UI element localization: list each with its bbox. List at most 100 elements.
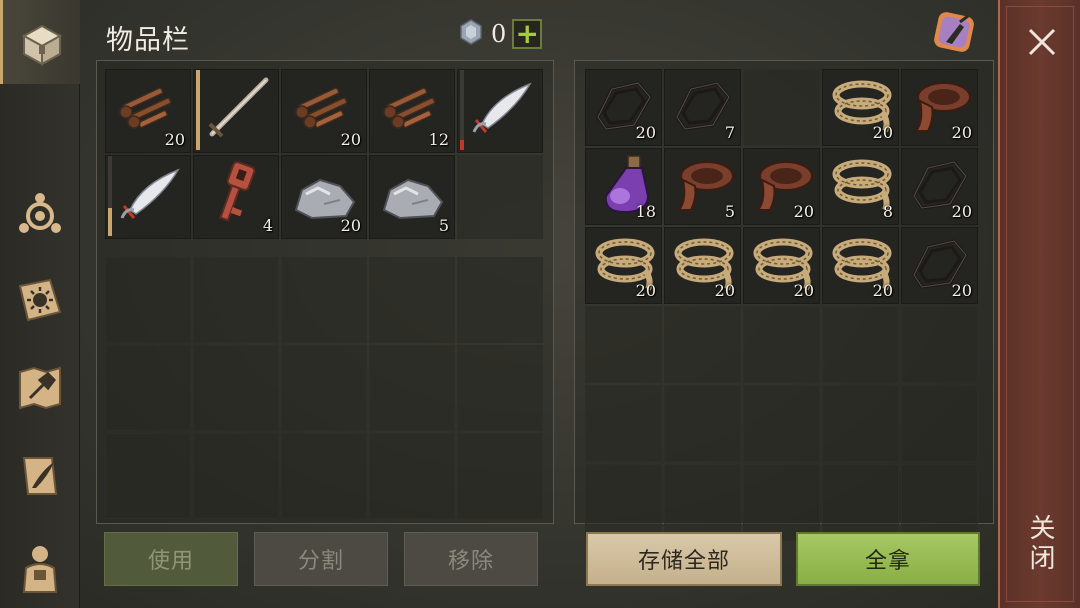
inventory-panel: 20 20 12 4 20 5 <box>96 60 554 524</box>
empty-slot[interactable] <box>901 385 978 462</box>
inventory-slot-potion[interactable]: 18 <box>585 148 662 225</box>
character-icon <box>22 546 58 593</box>
use-button[interactable]: 使用 <box>104 532 238 586</box>
sidebar <box>0 0 80 608</box>
inventory-slot-rope[interactable]: 20 <box>664 227 741 304</box>
store-all-button[interactable]: 存储全部 <box>586 532 782 586</box>
empty-slot[interactable] <box>664 385 741 462</box>
inventory-slot-key[interactable]: 4 <box>193 155 279 239</box>
remove-button[interactable]: 移除 <box>404 532 538 586</box>
take-all-button[interactable]: 全拿 <box>796 532 980 586</box>
empty-slot[interactable] <box>901 306 978 383</box>
inventory-slot-wire[interactable]: 20 <box>901 227 978 304</box>
empty-slot[interactable] <box>193 345 279 431</box>
inventory-slot-stone[interactable]: 5 <box>369 155 455 239</box>
durability-bar <box>460 70 464 150</box>
inventory-slot-sword[interactable] <box>193 69 279 153</box>
item-quantity: 20 <box>164 130 185 149</box>
inventory-slot-wire[interactable]: 7 <box>664 69 741 146</box>
sun-book-icon <box>18 278 62 322</box>
empty-slot[interactable] <box>281 257 367 343</box>
inventory-slot-scimitar[interactable] <box>457 69 543 153</box>
close-icon[interactable] <box>1026 26 1058 58</box>
empty-slot[interactable] <box>105 433 191 519</box>
scimitar-icon <box>120 168 180 219</box>
storage-panel: 20 7 20 20 18 5 20 8 20 20 20 20 20 20 <box>574 60 994 541</box>
broom-sort-icon <box>934 12 974 52</box>
item-quantity: 20 <box>340 216 361 235</box>
empty-slot[interactable] <box>585 385 662 462</box>
empty-slot[interactable] <box>369 345 455 431</box>
inventory-hotbar-grid: 20 20 12 4 20 5 <box>105 69 543 239</box>
empty-slot[interactable] <box>743 306 820 383</box>
inventory-slot-leather[interactable]: 20 <box>743 148 820 225</box>
empty-slot[interactable] <box>822 464 899 541</box>
tab-crafting[interactable] <box>0 346 80 430</box>
item-quantity: 7 <box>724 123 735 142</box>
inventory-slot-rope[interactable]: 20 <box>585 227 662 304</box>
empty-slot[interactable] <box>457 155 543 239</box>
empty-slot[interactable] <box>369 257 455 343</box>
empty-slot[interactable] <box>457 257 543 343</box>
empty-slot[interactable] <box>585 464 662 541</box>
empty-slot[interactable] <box>193 433 279 519</box>
tab-clan[interactable] <box>0 172 80 256</box>
empty-slot[interactable] <box>105 345 191 431</box>
tab-journal[interactable] <box>0 258 80 342</box>
sword-icon <box>208 77 269 138</box>
item-quantity: 20 <box>714 281 735 300</box>
inventory-slot-nails[interactable]: 12 <box>369 69 455 153</box>
empty-slot[interactable] <box>743 464 820 541</box>
empty-slot[interactable] <box>105 257 191 343</box>
item-quantity: 5 <box>724 202 735 221</box>
inventory-slot-scimitar[interactable] <box>105 155 191 239</box>
currency-count: 0 <box>491 20 507 48</box>
item-quantity: 20 <box>635 123 656 142</box>
durability-bar <box>196 70 200 150</box>
inventory-slot-leather[interactable]: 5 <box>664 148 741 225</box>
inventory-slot-stone[interactable]: 20 <box>281 155 367 239</box>
page-title: 物品栏 <box>106 25 190 56</box>
item-quantity: 4 <box>262 216 273 235</box>
hammer-map-icon <box>19 366 61 410</box>
tab-quests[interactable] <box>0 434 80 518</box>
inventory-slot-rope[interactable]: 8 <box>822 148 899 225</box>
empty-slot[interactable] <box>664 464 741 541</box>
empty-slot[interactable] <box>822 306 899 383</box>
inventory-slot-wire[interactable]: 20 <box>585 69 662 146</box>
inventory-slot-rope[interactable]: 20 <box>822 227 899 304</box>
inventory-slot-rope[interactable]: 20 <box>822 69 899 146</box>
empty-slot[interactable] <box>457 433 543 519</box>
inventory-slot-wire[interactable]: 20 <box>901 148 978 225</box>
empty-slot[interactable] <box>457 345 543 431</box>
empty-slot[interactable] <box>369 433 455 519</box>
durability-fill <box>460 140 464 150</box>
inventory-slot-nails[interactable]: 20 <box>281 69 367 153</box>
close-panel[interactable]: 关闭 <box>998 0 1080 608</box>
inventory-slot-leather[interactable]: 20 <box>901 69 978 146</box>
empty-slot[interactable] <box>664 306 741 383</box>
empty-slot[interactable] <box>585 306 662 383</box>
inventory-slot-nails[interactable]: 20 <box>105 69 191 153</box>
empty-slot[interactable] <box>901 464 978 541</box>
chest-icon <box>21 24 62 66</box>
empty-slot[interactable] <box>822 385 899 462</box>
empty-slot[interactable] <box>193 257 279 343</box>
empty-slot[interactable] <box>281 433 367 519</box>
currency-display: 0 + <box>457 18 543 50</box>
item-quantity: 8 <box>882 202 893 221</box>
empty-slot[interactable] <box>743 69 820 146</box>
empty-slot[interactable] <box>281 345 367 431</box>
tab-character[interactable] <box>0 524 80 608</box>
quill-scroll-icon <box>22 457 58 495</box>
inventory-slot-rope[interactable]: 20 <box>743 227 820 304</box>
durability-fill <box>196 70 200 150</box>
add-currency-button[interactable]: + <box>512 19 543 49</box>
item-quantity: 20 <box>951 202 972 221</box>
empty-slot[interactable] <box>743 385 820 462</box>
item-quantity: 20 <box>951 281 972 300</box>
sort-button[interactable] <box>930 8 978 56</box>
split-button[interactable]: 分割 <box>254 532 388 586</box>
close-panel-border <box>1006 6 1074 602</box>
tab-inventory[interactable] <box>0 0 80 84</box>
